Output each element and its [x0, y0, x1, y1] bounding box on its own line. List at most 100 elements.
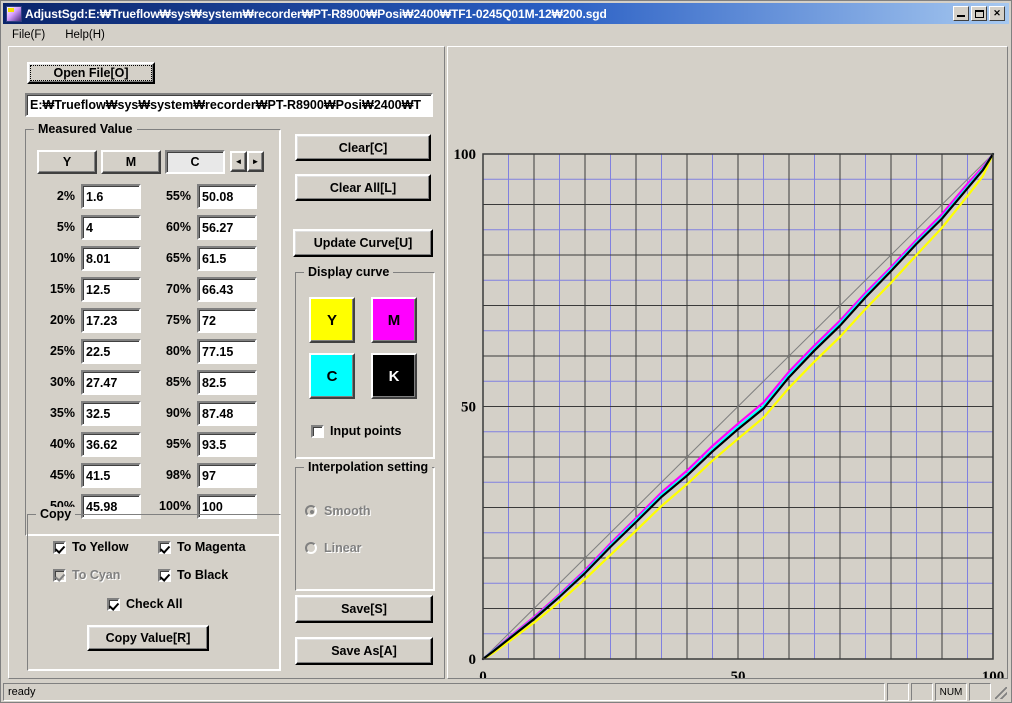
y-axis-tick-label: 50 — [461, 400, 476, 416]
title-bar: AdjustSgd:E:₩Trueflow₩sys₩system₩recorde… — [3, 3, 1009, 24]
spinner-prev-button[interactable]: ◄ — [230, 151, 247, 172]
measured-percent-label: 45% — [49, 468, 75, 482]
measured-percent-label: 30% — [49, 375, 75, 389]
channel-spinner[interactable]: ◄ ► — [230, 151, 264, 172]
maximize-button[interactable] — [971, 6, 987, 21]
measured-value-input[interactable]: 50.08 — [197, 184, 257, 209]
copy-to-cyan-checkbox: To Cyan — [53, 568, 120, 582]
measured-value-input[interactable]: 97 — [197, 463, 257, 488]
x-axis-tick-label: 50 — [731, 669, 746, 678]
window-controls: ✕ — [953, 6, 1005, 21]
measured-value-input[interactable]: 41.5 — [81, 463, 141, 488]
measured-value-input[interactable]: 1.6 — [81, 184, 141, 209]
menu-item-file[interactable]: File(F) — [9, 28, 48, 42]
clear-all-button[interactable]: Clear All[L] — [295, 174, 431, 201]
display-curve-button-c[interactable]: C — [309, 353, 355, 399]
measured-value-input[interactable]: 56.27 — [197, 215, 257, 240]
status-cell-2 — [911, 683, 933, 701]
measured-percent-label: 70% — [165, 282, 191, 296]
copy-to-yellow-label: To Yellow — [72, 540, 129, 554]
interpolation-smooth-label: Smooth — [324, 504, 371, 518]
measured-percent-label: 20% — [49, 313, 75, 327]
input-points-checkbox[interactable]: Input points — [311, 424, 402, 438]
copy-to-yellow-checkbox[interactable]: To Yellow — [53, 540, 129, 554]
x-axis-tick-label: 0 — [479, 669, 487, 678]
measured-percent-label: 65% — [165, 251, 191, 265]
measured-value-input[interactable]: 61.5 — [197, 246, 257, 271]
save-as-button[interactable]: Save As[A] — [295, 637, 433, 665]
measured-percent-label: 80% — [165, 344, 191, 358]
measured-value-input[interactable]: 22.5 — [81, 339, 141, 364]
close-button[interactable]: ✕ — [989, 6, 1005, 21]
interpolation-title: Interpolation setting — [304, 460, 433, 474]
interpolation-radio-linear: Linear — [305, 541, 362, 555]
checkbox-box-magenta — [158, 540, 171, 554]
measured-value-input[interactable]: 66.43 — [197, 277, 257, 302]
measured-percent-label: 98% — [165, 468, 191, 482]
measured-value-input[interactable]: 12.5 — [81, 277, 141, 302]
resize-grip[interactable] — [993, 683, 1009, 701]
measured-value-input[interactable]: 8.01 — [81, 246, 141, 271]
interpolation-radio-smooth: Smooth — [305, 504, 371, 518]
measured-percent-label: 85% — [165, 375, 191, 389]
application-window: AdjustSgd:E:₩Trueflow₩sys₩system₩recorde… — [0, 0, 1012, 703]
measured-value-input[interactable]: 93.5 — [197, 432, 257, 457]
checkbox-box-yellow — [53, 540, 66, 554]
app-icon — [6, 5, 22, 22]
check-all-label: Check All — [126, 597, 183, 611]
measured-percent-label: 90% — [165, 406, 191, 420]
copy-to-magenta-label: To Magenta — [177, 540, 246, 554]
menu-item-help[interactable]: Help(H) — [62, 28, 108, 42]
file-path-field[interactable]: E:₩Trueflow₩sys₩system₩recorder₩PT-R8900… — [25, 93, 433, 117]
y-axis-tick-label: 0 — [469, 652, 477, 668]
checkbox-box-black — [158, 568, 171, 582]
display-curve-button-k[interactable]: K — [371, 353, 417, 399]
measured-values-column-right: 55% 50.08 60% 56.27 65% 61.5 70% 66.43 75% 72 80% 7… — [147, 184, 263, 524]
interpolation-group: Interpolation setting — [295, 460, 435, 591]
status-bar: ready NUM — [3, 683, 1009, 701]
checkbox-box-cyan — [53, 568, 66, 582]
measured-value-input[interactable]: 72 — [197, 308, 257, 333]
right-panel: 0 50 100 0 50 100 — [447, 46, 1008, 685]
save-button[interactable]: Save[S] — [295, 595, 433, 623]
interpolation-linear-label: Linear — [324, 541, 362, 555]
copy-group-title: Copy — [36, 507, 76, 521]
measured-value-input[interactable]: 36.62 — [81, 432, 141, 457]
measured-values-column-left: 2% 1.6 5% 4 10% 8.01 15% 12.5 20% 17.23 25% 22.5 30%… — [35, 184, 147, 524]
radio-dot-smooth — [305, 505, 317, 517]
minimize-button[interactable] — [953, 6, 969, 21]
clear-button[interactable]: Clear[C] — [295, 134, 431, 161]
measured-value-input[interactable]: 77.15 — [197, 339, 257, 364]
measured-value-input[interactable]: 82.5 — [197, 370, 257, 395]
measured-value-input[interactable]: 32.5 — [81, 401, 141, 426]
update-curve-button[interactable]: Update Curve[U] — [293, 229, 433, 257]
display-curve-button-m[interactable]: M — [371, 297, 417, 343]
measured-percent-label: 15% — [49, 282, 75, 296]
open-file-button[interactable]: Open File[O] — [27, 62, 155, 84]
copy-value-button[interactable]: Copy Value[R] — [87, 625, 209, 651]
measured-value-input[interactable]: 27.47 — [81, 370, 141, 395]
spinner-next-button[interactable]: ► — [247, 151, 264, 172]
left-panel: Open File[O] E:₩Trueflow₩sys₩system₩reco… — [8, 46, 445, 679]
measured-percent-label: 40% — [49, 437, 75, 451]
channel-tab-m[interactable]: M — [101, 150, 161, 174]
measured-percent-label: 2% — [56, 189, 75, 203]
measured-value-input[interactable]: 17.23 — [81, 308, 141, 333]
measured-value-input[interactable]: 4 — [81, 215, 141, 240]
channel-tab-y[interactable]: Y — [37, 150, 97, 174]
display-curve-button-y[interactable]: Y — [309, 297, 355, 343]
check-all-checkbox[interactable]: Check All — [107, 597, 183, 611]
measured-percent-label: 100% — [159, 499, 191, 513]
copy-to-black-checkbox[interactable]: To Black — [158, 568, 228, 582]
measured-percent-label: 10% — [49, 251, 75, 265]
copy-to-cyan-label: To Cyan — [72, 568, 121, 582]
status-num-indicator: NUM — [935, 683, 967, 701]
input-points-label: Input points — [330, 424, 402, 438]
copy-to-magenta-checkbox[interactable]: To Magenta — [158, 540, 246, 554]
x-axis-tick-label: 100 — [982, 669, 1005, 678]
measured-value-input[interactable]: 87.48 — [197, 401, 257, 426]
measured-percent-label: 60% — [165, 220, 191, 234]
checkbox-box-input-points — [311, 424, 324, 438]
status-message: ready — [3, 683, 885, 701]
channel-tab-c[interactable]: C — [165, 150, 225, 174]
